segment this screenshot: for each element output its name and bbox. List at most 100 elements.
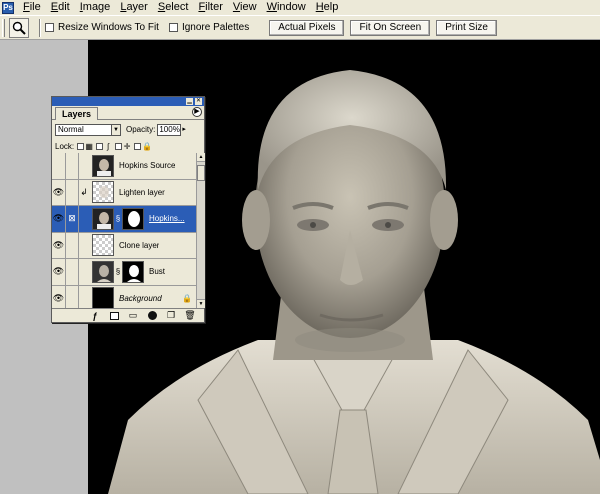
zoom-tool-button[interactable] — [9, 17, 29, 38]
menu-file[interactable]: File — [18, 0, 46, 15]
menu-edit[interactable]: Edit — [46, 0, 75, 15]
visibility-toggle[interactable]: 👁 — [52, 179, 66, 205]
blend-mode-value: Normal — [58, 124, 84, 134]
menu-window-mnemonic: W — [266, 1, 277, 13]
menu-image[interactable]: Image — [75, 0, 116, 15]
lock-position-toggle[interactable]: ✛ — [115, 142, 131, 151]
mask-link-chain-icon[interactable]: § — [115, 267, 121, 276]
palette-close-icon[interactable]: ✕ — [195, 98, 202, 105]
photoshop-app-icon[interactable]: Ps — [2, 1, 14, 14]
ignore-palettes-checkbox-box — [168, 23, 178, 32]
blend-row: Normal ▼ Opacity: 100% ▸ — [52, 122, 204, 137]
layer-name: Lighten layer — [119, 187, 165, 197]
opacity-input[interactable]: 100% — [157, 123, 182, 136]
palette-tab-row: Layers ▶ — [52, 106, 204, 120]
layer-thumbnail[interactable] — [92, 287, 114, 308]
link-toggle[interactable] — [66, 153, 79, 179]
menu-window[interactable]: Window — [262, 0, 311, 15]
layer-name: Clone layer — [119, 240, 160, 250]
layer-thumbnail[interactable] — [92, 234, 114, 257]
menu-filter-label: ilter — [205, 1, 223, 13]
fit-on-screen-button[interactable]: Fit On Screen — [350, 19, 431, 36]
layer-row-lighten-layer[interactable]: 👁 ↲ Lighten layer — [52, 179, 196, 206]
menu-filter[interactable]: Filter — [193, 0, 227, 15]
options-bar: Resize Windows To Fit Ignore Palettes Ac… — [0, 15, 600, 40]
palette-minimize-icon[interactable]: ▁ — [186, 98, 193, 105]
layer-row-background[interactable]: 👁 Background 🔒 — [52, 285, 196, 308]
layer-name: Hopkins... — [149, 214, 185, 224]
trash-icon: 🗑 — [184, 310, 196, 320]
visibility-toggle[interactable]: 👁 — [52, 232, 66, 258]
ignore-palettes-checkbox[interactable]: Ignore Palettes — [168, 22, 249, 33]
new-layer-button[interactable]: ❐ — [165, 310, 177, 321]
delete-layer-button[interactable]: 🗑 — [184, 310, 196, 321]
resize-windows-checkbox[interactable]: Resize Windows To Fit — [45, 22, 159, 33]
layer-style-icon: ƒ — [92, 310, 98, 321]
palette-titlebar[interactable]: ▁ ✕ — [52, 97, 204, 106]
options-bar-grip[interactable] — [2, 18, 5, 37]
scroll-down-icon[interactable]: ▼ — [197, 299, 205, 308]
mask-link-chain-icon[interactable]: § — [115, 214, 121, 223]
visibility-toggle[interactable]: 👁 — [52, 259, 66, 285]
palette-menu-arrow-icon[interactable]: ▶ — [192, 107, 202, 117]
lock-transparency-toggle[interactable]: ▦ — [77, 142, 93, 151]
scroll-up-icon[interactable]: ▲ — [197, 153, 205, 162]
lock-all-toggle[interactable]: 🔒 — [134, 142, 152, 151]
link-toggle[interactable] — [66, 285, 79, 308]
eye-icon: 👁 — [52, 186, 65, 197]
layer-mask-thumbnail[interactable] — [122, 207, 144, 230]
layer-thumbnail[interactable] — [92, 207, 114, 230]
new-adjustment-layer-button[interactable] — [146, 310, 158, 321]
visibility-toggle[interactable]: 👁 — [52, 206, 66, 232]
eye-icon: 👁 — [52, 292, 65, 303]
add-mask-button[interactable] — [108, 310, 120, 321]
visibility-toggle[interactable]: 👁 — [52, 285, 66, 308]
layer-row-hopkins-selected[interactable]: 👁 ⊠ § Hopkins... — [52, 206, 196, 233]
link-toggle[interactable] — [66, 179, 79, 205]
adjustment-layer-icon — [147, 311, 157, 320]
add-layer-style-button[interactable]: ƒ — [89, 310, 101, 321]
menu-help[interactable]: Help — [311, 0, 344, 15]
layer-name: Bust — [149, 267, 166, 277]
menu-layer-label: ayer — [126, 1, 148, 13]
layer-row-clone-layer[interactable]: 👁 Clone layer — [52, 232, 196, 259]
menu-edit-mnemonic: E — [50, 1, 59, 13]
layer-thumbnail[interactable] — [92, 154, 114, 177]
link-toggle[interactable] — [66, 259, 79, 285]
blend-mode-select[interactable]: Normal ▼ — [55, 123, 121, 136]
lock-label: Lock: — [55, 142, 75, 151]
link-toggle[interactable]: ⊠ — [66, 206, 79, 232]
menu-view[interactable]: View — [228, 0, 262, 15]
resize-windows-checkbox-box — [45, 23, 54, 32]
layer-list-scrollbar[interactable]: ▲ ▼ — [196, 153, 205, 308]
layers-palette[interactable]: ▁ ✕ Layers ▶ Normal ▼ Opacity: 100% ▸ Lo… — [51, 96, 205, 323]
layer-row-hopkins-source[interactable]: Hopkins Source — [52, 153, 196, 180]
layer-list[interactable]: Hopkins Source 👁 ↲ Lighten layer 👁 ⊠ § H… — [52, 153, 196, 308]
layers-footer: ƒ ▭ ❐ 🗑 — [52, 308, 204, 322]
opacity-label: Opacity: — [126, 125, 156, 134]
layer-thumbnail[interactable] — [92, 260, 114, 283]
menu-bar: Ps File Edit Image Layer Select Filter V… — [0, 0, 600, 15]
visibility-toggle[interactable] — [52, 153, 66, 179]
layer-mask-thumbnail[interactable] — [122, 260, 144, 283]
lock-image-toggle[interactable]: ∫ — [96, 142, 112, 151]
lock-all-box — [134, 143, 142, 150]
menu-view-mnemonic: V — [232, 1, 241, 13]
menu-layer[interactable]: Layer — [115, 0, 153, 15]
eye-icon: 👁 — [52, 266, 65, 277]
lock-transparency-box — [77, 143, 85, 150]
new-group-button[interactable]: ▭ — [127, 310, 139, 321]
scrollbar-thumb[interactable] — [197, 165, 205, 181]
link-toggle[interactable] — [66, 232, 79, 258]
layer-thumbnail[interactable] — [92, 181, 114, 204]
menu-select[interactable]: Select — [153, 0, 194, 15]
portrait-thumbnail-icon — [93, 155, 113, 176]
opacity-slider-arrow-icon[interactable]: ▸ — [182, 124, 189, 136]
actual-pixels-button[interactable]: Actual Pixels — [269, 19, 345, 36]
chevron-down-icon: ▼ — [111, 124, 120, 135]
print-size-button[interactable]: Print Size — [436, 19, 497, 36]
tab-layers[interactable]: Layers — [55, 107, 99, 120]
layer-row-bust[interactable]: 👁 § Bust — [52, 259, 196, 286]
new-layer-icon: ❐ — [166, 310, 176, 320]
menu-help-label: elp — [323, 1, 339, 13]
